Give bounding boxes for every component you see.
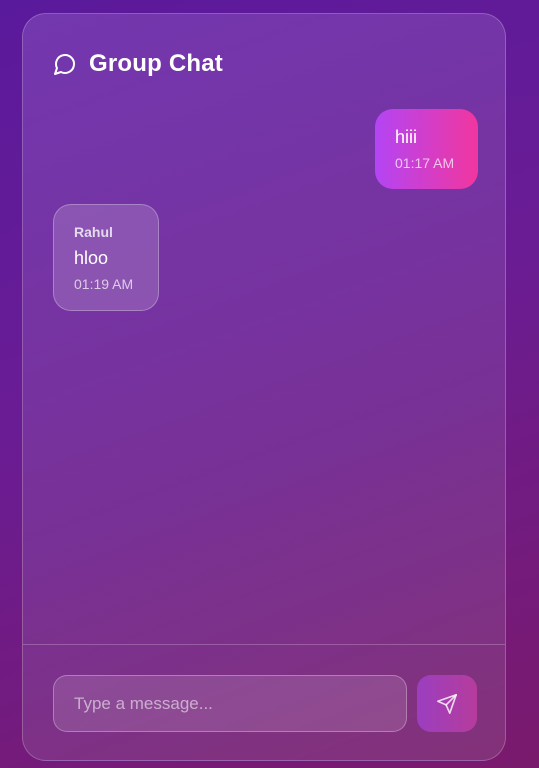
message-text: hloo [74,248,109,268]
message-time: 01:19 AM [74,276,134,292]
chat-bubble-icon [53,52,77,76]
message-sent: hiii 01:17 AM [375,109,478,189]
message-time: 01:17 AM [395,155,455,171]
send-icon [436,693,458,715]
message-received: Rahul hloo 01:19 AM [53,204,159,311]
message-input-wrapper [53,675,407,732]
chat-window: Group Chat hiii 01:17 AM Rahul hloo 01:1… [22,13,506,761]
chat-header: Group Chat [53,48,223,80]
page-title: Group Chat [89,50,223,77]
composer-divider [23,644,505,645]
message-sender: Rahul [74,224,113,240]
send-button[interactable] [417,675,477,732]
message-text: hiii [395,127,418,147]
message-input[interactable] [54,676,406,731]
